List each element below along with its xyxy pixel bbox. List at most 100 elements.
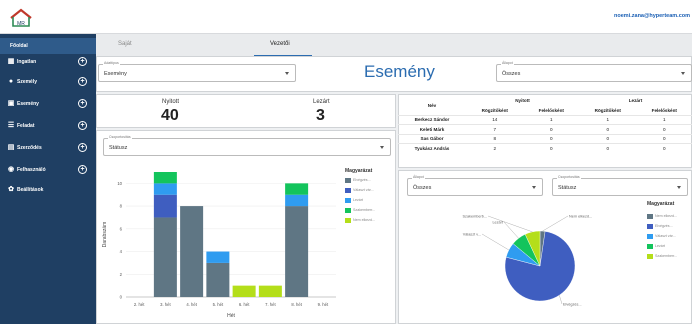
bar-segment[interactable] xyxy=(232,285,256,297)
sidebar-item-beallitasok[interactable]: ✿ Beállítások xyxy=(0,182,96,198)
bar-segment[interactable] xyxy=(180,206,204,297)
allapot-value: Összes xyxy=(502,71,521,77)
slice-label: Szakemberb... xyxy=(463,215,487,219)
legend-label: Választ vár... xyxy=(655,234,676,238)
slice-label: Elvégzés... xyxy=(563,303,582,307)
sidebar-item-ingatlan[interactable]: ▦ Ingatlan + xyxy=(0,54,96,70)
pie-allapot-caption: Állapot xyxy=(412,175,425,179)
tab-vezetoi[interactable]: Vezetői xyxy=(270,41,290,47)
bar-group-select[interactable]: Csoportosítás Státusz xyxy=(103,135,391,156)
sidebar-item-felhasznalo[interactable]: ◉ Felhasználó + xyxy=(0,162,96,178)
column-header-rogzitokent: Rögzítőként xyxy=(481,107,508,113)
x-tick-label: 2. hét xyxy=(134,302,145,307)
pie-allapot-select[interactable]: Állapot Összes xyxy=(407,175,543,196)
legend-swatch xyxy=(345,188,351,193)
plus-icon[interactable]: + xyxy=(78,165,87,174)
bar-segment[interactable] xyxy=(153,217,177,297)
bar-segment[interactable] xyxy=(153,183,177,195)
sidebar-item-label: Szerződés xyxy=(17,145,42,151)
tab-bar: Saját Vezetői xyxy=(96,34,692,56)
bar-legend-title: Magyarázat xyxy=(345,168,373,174)
bar-segment[interactable] xyxy=(285,183,309,195)
sidebar-item-label: Főoldal xyxy=(10,43,28,49)
sidebar-item-szerzodes[interactable]: ▤ Szerződés + xyxy=(0,140,96,156)
legend-label: Lezárt xyxy=(655,244,665,248)
table-cell: 0 xyxy=(523,133,579,144)
y-tick-label: 4 xyxy=(120,249,123,254)
user-email[interactable]: noemi.zana@hyperteam.com xyxy=(614,13,690,19)
plus-icon[interactable]: + xyxy=(78,99,87,108)
sidebar-item-szemely[interactable]: ● Személy + xyxy=(0,74,96,90)
table-row[interactable]: Sas Gábor 8 0 0 0 xyxy=(398,133,692,144)
chevron-down-icon xyxy=(380,146,384,149)
table-cell: 0 xyxy=(523,124,579,134)
chevron-down-icon xyxy=(532,186,536,189)
company-logo[interactable]: MR xyxy=(8,4,34,30)
list-icon: ☰ xyxy=(7,122,15,129)
page-title: Esemény xyxy=(364,62,435,81)
table-cell: 1 xyxy=(636,114,692,125)
tab-sajat[interactable]: Saját xyxy=(118,41,132,47)
legend-swatch xyxy=(647,214,653,219)
pie-group-select[interactable]: Csoportosítás Státusz xyxy=(552,175,688,196)
sidebar-item-home[interactable]: Főoldal xyxy=(0,38,96,54)
sidebar-item-esemeny[interactable]: ▣ Esemény + xyxy=(0,96,96,112)
bar-segment[interactable] xyxy=(285,206,309,297)
bar-segment[interactable] xyxy=(285,194,309,207)
building-icon: ▦ xyxy=(7,58,15,65)
bar-segment[interactable] xyxy=(206,251,230,263)
bar-segment[interactable] xyxy=(153,194,177,218)
legend-label: Nem elkezd... xyxy=(353,218,375,222)
x-axis-label: Hét xyxy=(227,313,235,319)
column-header-nev: Név xyxy=(427,102,437,108)
cell-name: Sas Gábor xyxy=(398,133,466,144)
slice-label: Választ v... xyxy=(463,233,481,237)
person-icon: ● xyxy=(8,78,14,85)
bar-segment[interactable] xyxy=(206,262,230,297)
pie-group-caption: Csoportosítás xyxy=(557,175,581,179)
pie-chart: Nem elkezd...Elvégzés...Választ v...Lezá… xyxy=(463,215,593,307)
calendar-icon: ▣ xyxy=(7,100,15,107)
sidebar-item-feladat[interactable]: ☰ Feladat + xyxy=(0,118,96,134)
table-cell: 0 xyxy=(636,124,692,134)
legend-swatch xyxy=(647,244,653,249)
adattipus-select[interactable]: Adattípus Esemény xyxy=(98,61,296,82)
column-group-nyitott: Nyitott xyxy=(515,98,530,104)
table-cell: 0 xyxy=(578,124,637,134)
lezart-count: 3 xyxy=(316,107,325,124)
gear-icon: ✿ xyxy=(8,186,14,193)
bar-group-caption: Csoportosítás xyxy=(108,135,132,139)
table-row[interactable]: Berkecz Sándor 14 1 1 1 xyxy=(398,114,692,125)
table-row[interactable]: Tyukász András 2 0 0 0 xyxy=(398,143,692,153)
contract-icon: ▤ xyxy=(7,144,15,151)
plus-icon[interactable]: + xyxy=(78,143,87,152)
y-tick-label: 10 xyxy=(117,181,122,186)
plus-icon[interactable]: + xyxy=(78,57,87,66)
x-tick-label: 3. hét xyxy=(160,302,171,307)
legend-swatch xyxy=(647,254,653,259)
table-cell: 0 xyxy=(636,143,692,153)
allapot-select[interactable]: Állapot Összes xyxy=(496,61,692,82)
lezart-label: Lezárt xyxy=(313,99,330,105)
slice-label: Nem elkezd... xyxy=(569,215,592,219)
legend-swatch xyxy=(345,198,351,203)
adattipus-value: Esemény xyxy=(104,71,127,77)
table-row[interactable]: Keleti Márk 7 0 0 0 xyxy=(398,124,692,134)
sidebar-item-label: Személy xyxy=(17,79,38,85)
cell-name: Keleti Márk xyxy=(398,124,466,134)
legend-swatch xyxy=(647,234,653,239)
sidebar-item-label: Felhasználó xyxy=(17,167,46,173)
table-cell: 14 xyxy=(466,114,524,125)
bar-segment[interactable] xyxy=(258,285,282,297)
legend-swatch xyxy=(345,208,351,213)
plus-icon[interactable]: + xyxy=(78,77,87,86)
legend-label: Nem elkezd... xyxy=(655,214,677,218)
table-cell: 7 xyxy=(466,124,524,134)
plus-icon[interactable]: + xyxy=(78,121,87,130)
y-tick-label: 8 xyxy=(120,204,123,209)
slice-leader-line xyxy=(481,233,509,251)
y-tick-label: 0 xyxy=(120,295,123,300)
bar-segment[interactable] xyxy=(153,172,177,184)
legend-label: Szakemberr... xyxy=(353,208,376,212)
sidebar-item-label: Ingatlan xyxy=(17,59,37,65)
